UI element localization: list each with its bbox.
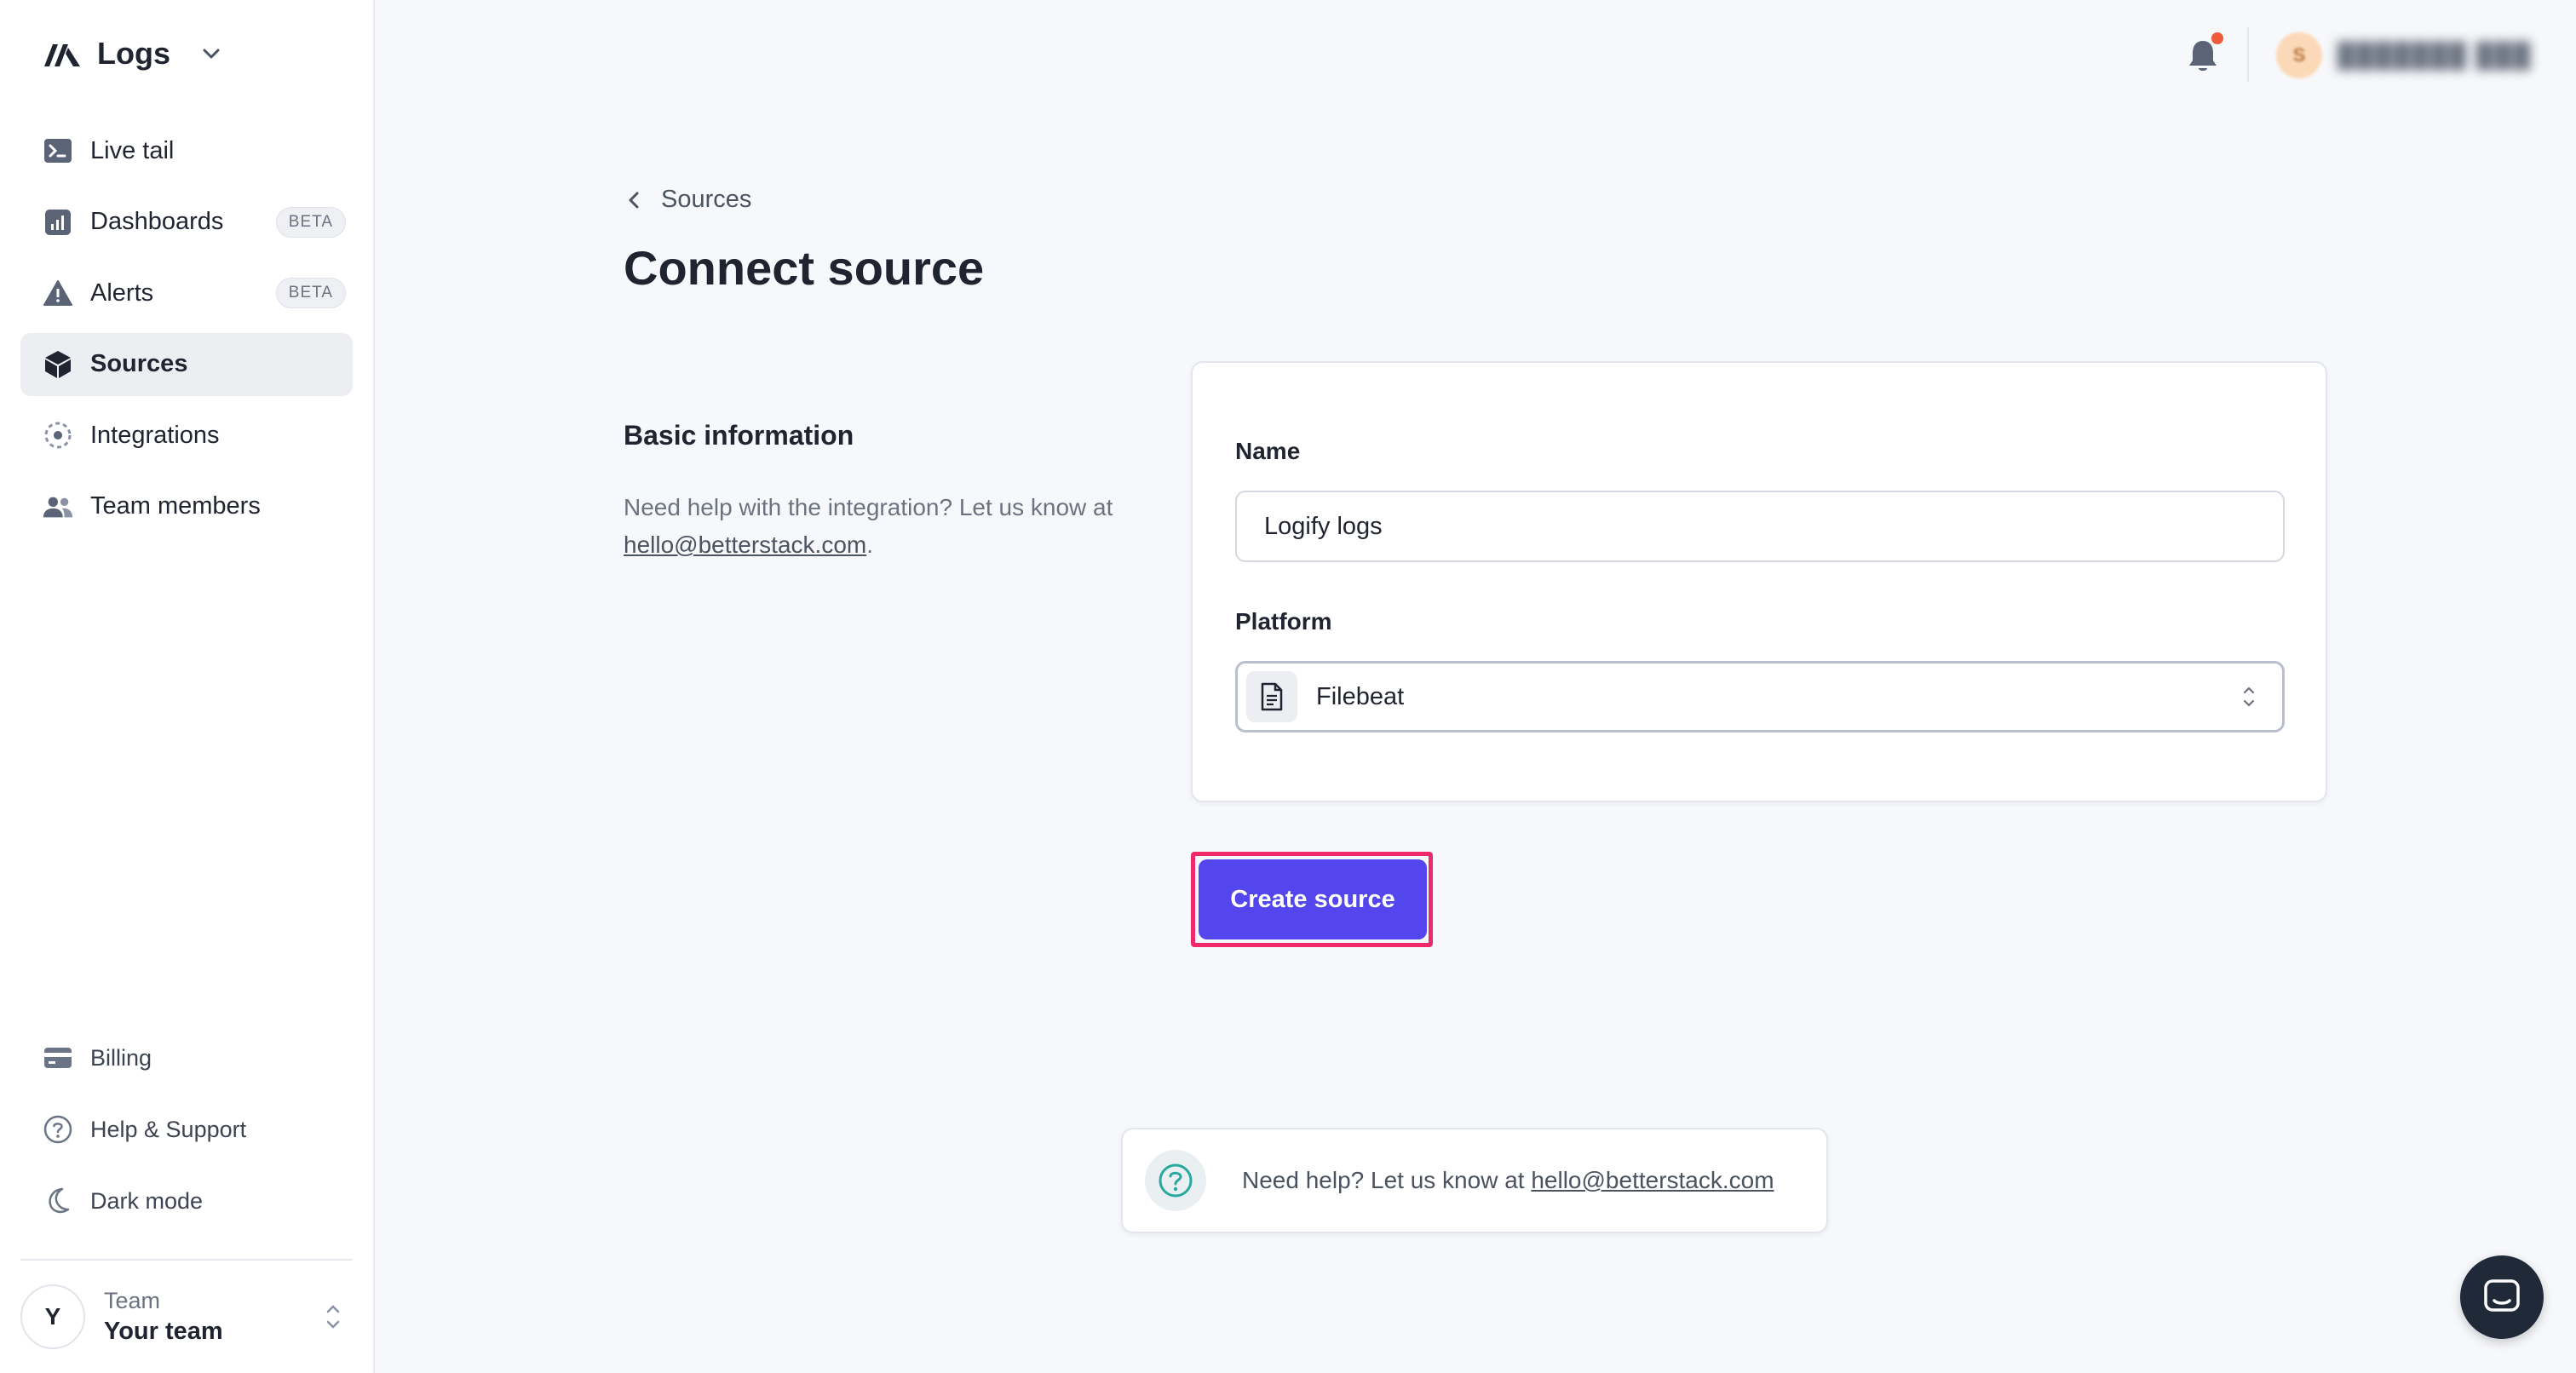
chevron-updown-icon (326, 1305, 340, 1329)
sidebar-item-alerts[interactable]: Alerts BETA (20, 261, 353, 325)
breadcrumb-label: Sources (661, 186, 752, 213)
topbar-divider (2247, 27, 2249, 82)
help-banner: Need help? Let us know at hello@betterst… (1121, 1128, 1828, 1233)
app-switcher[interactable]: Logs (43, 32, 223, 75)
sidebar-item-label: Alerts (90, 279, 154, 307)
section-description: Need help with the integration? Let us k… (624, 489, 1135, 564)
sidebar-item-dashboards[interactable]: Dashboards BETA (20, 191, 353, 254)
sidebar-item-label: Sources (90, 350, 188, 377)
warning-icon (43, 278, 73, 308)
sidebar-item-label: Billing (90, 1044, 152, 1071)
app-name: Logs (97, 36, 170, 71)
notification-dot (2211, 32, 2223, 44)
main-nav: Live tail Dashboards BETA Alerts BETA So… (20, 119, 353, 546)
platform-value: Filebeat (1316, 682, 1405, 710)
card-icon (43, 1043, 73, 1073)
team-switcher[interactable]: Y Team Your team (20, 1259, 353, 1373)
team-label: Team (104, 1288, 161, 1313)
sidebar-item-live-tail[interactable]: Live tail (20, 119, 353, 182)
users-icon (43, 491, 73, 522)
chart-icon (43, 207, 73, 238)
sidebar-item-label: Dark mode (90, 1187, 204, 1214)
platform-select[interactable]: Filebeat (1235, 661, 2285, 732)
terminal-icon (43, 135, 73, 166)
beta-badge: BETA (275, 206, 346, 238)
help-text-prefix: Need help? Let us know at (1242, 1167, 1532, 1193)
help-icon (43, 1114, 73, 1145)
notifications-button[interactable] (2186, 32, 2223, 75)
sidebar-item-sources[interactable]: Sources (20, 332, 353, 396)
source-form-card: Name Platform Filebeat (1191, 361, 2327, 802)
chat-launcher-button[interactable] (2460, 1255, 2544, 1339)
sidebar-item-integrations[interactable]: Integrations (20, 404, 353, 467)
help-email-link[interactable]: hello@betterstack.com (1531, 1167, 1774, 1193)
sidebar-item-help-support[interactable]: Help & Support (20, 1098, 353, 1161)
cube-icon (43, 349, 73, 380)
sidebar-item-dark-mode[interactable]: Dark mode (20, 1169, 353, 1232)
file-icon (1246, 671, 1297, 722)
page-title: Connect source (624, 241, 985, 295)
user-name-redacted: ███████ ███ (2337, 42, 2533, 68)
chevron-left-icon (629, 192, 639, 208)
support-email-link[interactable]: hello@betterstack.com (624, 531, 866, 558)
name-label: Name (1235, 438, 1301, 464)
user-avatar: S (2276, 32, 2322, 78)
platform-label: Platform (1235, 608, 1332, 635)
sidebar-item-team-members[interactable]: Team members (20, 475, 353, 538)
sidebar-item-label: Team members (90, 492, 261, 520)
user-menu[interactable]: S ███████ ███ (2276, 32, 2532, 78)
chevron-down-icon (203, 49, 220, 59)
beta-badge: BETA (275, 278, 346, 308)
team-avatar: Y (20, 1284, 85, 1349)
integrations-icon (43, 420, 73, 451)
logo-icon (44, 44, 80, 66)
sidebar-item-label: Help & Support (90, 1116, 247, 1142)
create-source-highlight: Create source (1191, 852, 1433, 947)
chevron-updown-icon (2243, 686, 2255, 707)
secondary-nav: Billing Help & Support Dark mode (20, 1026, 353, 1241)
section-desc-text: Need help with the integration? Let us k… (624, 494, 1113, 520)
moon-icon (43, 1186, 73, 1216)
sidebar: Logs Live tail Dashboards BETA Alerts BE… (0, 0, 375, 1373)
question-icon (1145, 1150, 1206, 1211)
sidebar-item-label: Dashboards (90, 208, 224, 235)
section-title: Basic information (624, 420, 854, 451)
sidebar-item-label: Integrations (90, 421, 220, 449)
sidebar-item-label: Live tail (90, 136, 175, 164)
create-source-button[interactable]: Create source (1199, 859, 1427, 939)
help-text: Need help? Let us know at hello@betterst… (1242, 1167, 1774, 1194)
breadcrumb-back[interactable]: Sources (624, 186, 751, 214)
section-desc-suffix: . (866, 531, 873, 558)
chat-icon (2484, 1279, 2520, 1312)
team-name: Your team (104, 1318, 223, 1345)
sidebar-item-billing[interactable]: Billing (20, 1026, 353, 1089)
name-input[interactable] (1235, 491, 2285, 562)
